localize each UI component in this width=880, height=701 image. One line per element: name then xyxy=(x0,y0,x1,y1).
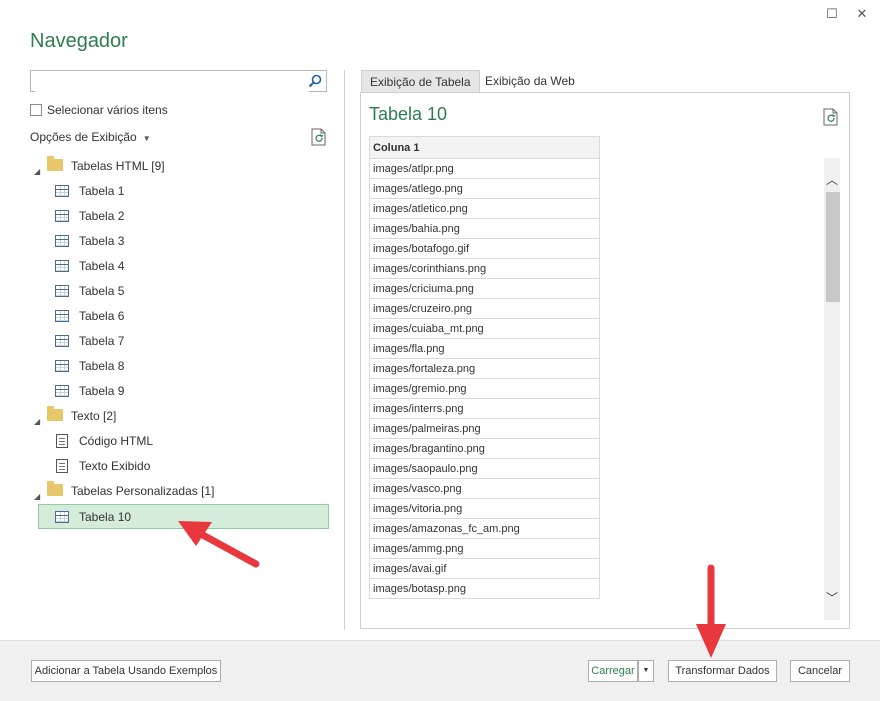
column-header[interactable]: Coluna 1 xyxy=(369,136,600,159)
tab-table-view[interactable]: Exibição de Tabela xyxy=(361,70,480,92)
table-cell[interactable]: images/vasco.png xyxy=(369,478,600,499)
table-cell[interactable]: images/palmeiras.png xyxy=(369,418,600,439)
table-cell[interactable]: images/botasp.png xyxy=(369,578,600,599)
annotation-arrow-down xyxy=(696,564,726,658)
caret-down-icon: ▼ xyxy=(142,134,151,143)
tree-folder-label: Tabelas Personalizadas [1] xyxy=(71,484,215,498)
view-options-dropdown[interactable]: Opções de Exibição ▼ xyxy=(30,130,151,144)
tree-folder-html-tables[interactable]: ◢ Tabelas HTML [9] xyxy=(30,155,330,177)
table-icon xyxy=(55,310,69,322)
tree-item-tabela-7[interactable]: Tabela 7 xyxy=(38,330,328,352)
refresh-preview-icon[interactable] xyxy=(823,108,839,126)
maximize-icon[interactable]: ☐ xyxy=(822,6,842,22)
tree-folder-text[interactable]: ◢ Texto [2] xyxy=(30,405,330,427)
table-cell[interactable]: images/fortaleza.png xyxy=(369,358,600,379)
table-icon xyxy=(55,385,69,397)
table-icon xyxy=(55,210,69,222)
tree-item-label: Tabela 9 xyxy=(79,384,125,398)
table-icon xyxy=(55,360,69,372)
folder-icon xyxy=(47,156,63,171)
load-dropdown-caret-icon[interactable]: ▼ xyxy=(638,660,654,682)
table-icon xyxy=(55,185,69,197)
table-cell[interactable]: images/ammg.png xyxy=(369,538,600,559)
preview-title: Tabela 10 xyxy=(369,104,448,124)
annotation-arrow xyxy=(178,521,260,568)
folder-icon xyxy=(47,406,63,421)
table-icon xyxy=(55,260,69,272)
add-table-examples-button[interactable]: Adicionar a Tabela Usando Exemplos xyxy=(31,660,221,682)
table-cell[interactable]: images/gremio.png xyxy=(369,378,600,399)
tree-item-label: Tabela 10 xyxy=(79,510,132,524)
tree-item-tabela-2[interactable]: Tabela 2 xyxy=(38,205,328,227)
tree-item-texto-exibido[interactable]: Texto Exibido xyxy=(38,455,328,477)
table-cell[interactable]: images/interrs.png xyxy=(369,398,600,419)
tree-item-tabela-5[interactable]: Tabela 5 xyxy=(38,280,328,302)
tree-item-tabela-4[interactable]: Tabela 4 xyxy=(38,255,328,277)
tree-item-label: Tabela 5 xyxy=(79,284,125,298)
cancel-button[interactable]: Cancelar xyxy=(790,660,850,682)
tree-item-label: Tabela 3 xyxy=(79,234,125,248)
tree-item-label: Tabela 8 xyxy=(79,359,125,373)
tree-folder-label: Tabelas HTML [9] xyxy=(71,159,165,173)
table-cell[interactable]: images/corinthians.png xyxy=(369,258,600,279)
tree-item-tabela-9[interactable]: Tabela 9 xyxy=(38,380,328,402)
search-icon[interactable] xyxy=(308,74,322,88)
tree-item-label: Texto Exibido xyxy=(79,459,151,473)
table-cell[interactable]: images/avai.gif xyxy=(369,558,600,579)
tree-item-tabela-8[interactable]: Tabela 8 xyxy=(38,355,328,377)
table-icon xyxy=(55,285,69,297)
tree-item-label: Tabela 6 xyxy=(79,309,125,323)
multi-select-checkbox[interactable] xyxy=(30,104,42,116)
table-cell[interactable]: images/criciuma.png xyxy=(369,278,600,299)
tree-item-codigo-html[interactable]: Código HTML xyxy=(38,430,328,452)
tree-item-label: Tabela 7 xyxy=(79,334,125,348)
table-icon xyxy=(55,335,69,347)
table-cell[interactable]: images/amazonas_fc_am.png xyxy=(369,518,600,539)
scrollbar-thumb[interactable] xyxy=(826,192,840,302)
document-icon xyxy=(56,459,68,473)
table-cell[interactable]: images/saopaulo.png xyxy=(369,458,600,479)
page-title: Navegador xyxy=(30,30,128,52)
close-icon[interactable]: ✕ xyxy=(852,6,872,22)
table-cell[interactable]: images/cruzeiro.png xyxy=(369,298,600,319)
scroll-down-icon[interactable]: ﹀ xyxy=(824,590,840,606)
tree-item-label: Tabela 2 xyxy=(79,209,125,223)
table-cell[interactable]: images/atletico.png xyxy=(369,198,600,219)
tree-folder-custom-tables[interactable]: ◢ Tabelas Personalizadas [1] xyxy=(30,480,330,502)
data-grid: Coluna 1 images/atlpr.png images/atlego.… xyxy=(369,136,600,599)
table-cell[interactable]: images/cuiaba_mt.png xyxy=(369,318,600,339)
tree-item-tabela-6[interactable]: Tabela 6 xyxy=(38,305,328,327)
pane-splitter[interactable] xyxy=(344,70,345,630)
table-cell[interactable]: images/botafogo.gif xyxy=(369,238,600,259)
table-cell[interactable]: images/atlpr.png xyxy=(369,158,600,179)
table-cell[interactable]: images/bahia.png xyxy=(369,218,600,239)
table-icon xyxy=(55,235,69,247)
load-button[interactable]: Carregar xyxy=(588,660,638,682)
data-grid-viewport: Coluna 1 images/atlpr.png images/atlego.… xyxy=(369,136,601,620)
document-icon xyxy=(56,434,68,448)
table-cell[interactable]: images/vitoria.png xyxy=(369,498,600,519)
tree-folder-label: Texto [2] xyxy=(71,409,117,423)
table-cell[interactable]: images/atlego.png xyxy=(369,178,600,199)
folder-icon xyxy=(47,481,63,496)
refresh-icon[interactable] xyxy=(311,128,327,146)
tree-item-label: Tabela 4 xyxy=(79,259,125,273)
table-cell[interactable]: images/fla.png xyxy=(369,338,600,359)
multi-select-label[interactable]: Selecionar vários itens xyxy=(47,103,168,117)
search-input[interactable] xyxy=(35,72,309,92)
vertical-scrollbar[interactable]: ︿ ﹀ xyxy=(824,158,840,620)
tree-item-tabela-3[interactable]: Tabela 3 xyxy=(38,230,328,252)
tree-item-label: Código HTML xyxy=(79,434,154,448)
table-icon xyxy=(55,511,69,523)
tree-item-tabela-1[interactable]: Tabela 1 xyxy=(38,180,328,202)
tree-item-label: Tabela 1 xyxy=(79,184,125,198)
table-cell[interactable]: images/bragantino.png xyxy=(369,438,600,459)
view-options-label: Opções de Exibição xyxy=(30,130,137,144)
tab-web-view[interactable]: Exibição da Web xyxy=(477,70,583,92)
scroll-up-icon[interactable]: ︿ xyxy=(824,172,840,188)
search-box[interactable] xyxy=(30,70,327,92)
transform-data-button[interactable]: Transformar Dados xyxy=(668,660,777,682)
